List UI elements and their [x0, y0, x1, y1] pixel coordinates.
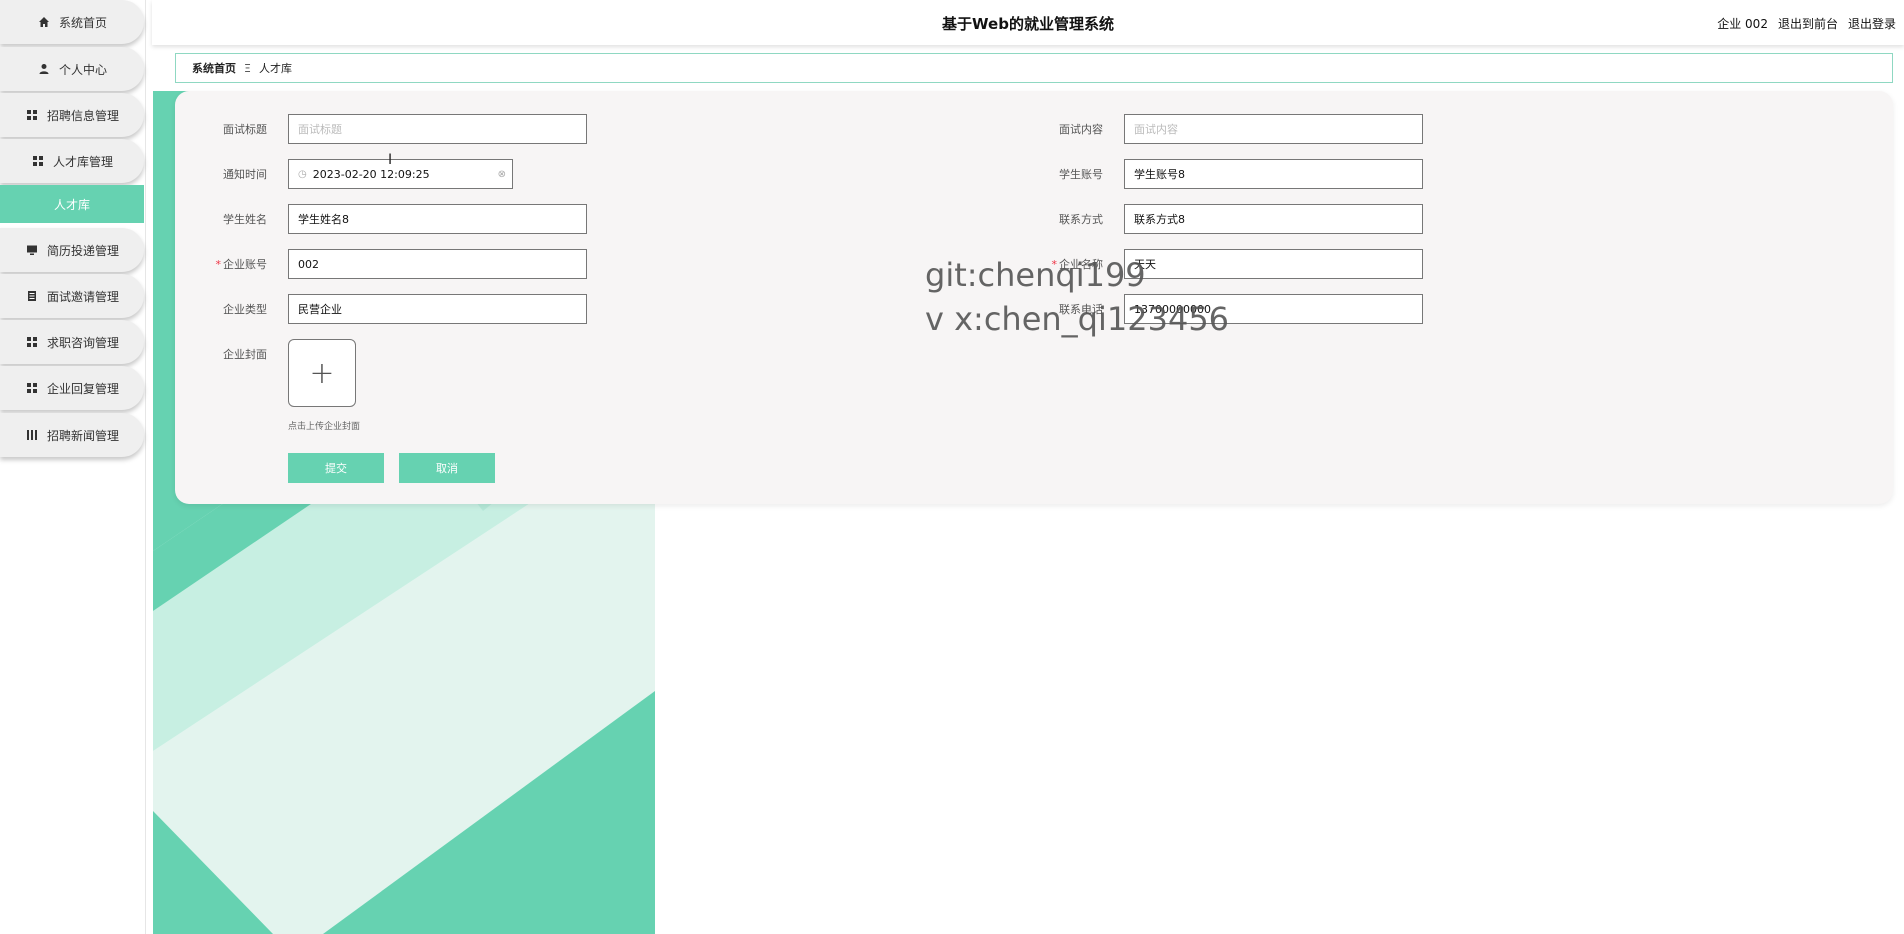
current-user: 企业 002 [1717, 17, 1768, 31]
exit-to-front-link[interactable]: 退出到前台 [1778, 15, 1838, 32]
grid-icon [25, 335, 39, 349]
cover-upload-tip: 点击上传企业封面 [288, 422, 361, 432]
interview-content-input[interactable]: 面试内容 [1124, 114, 1423, 144]
sidebar-item-label: 面试邀请管理 [46, 289, 119, 304]
company-account-label-text: 企业账号 [223, 258, 267, 271]
student-account-label: 学生账号 [1059, 168, 1103, 181]
sidebar-item-reply[interactable]: 企业回复管理 [0, 366, 144, 410]
sidebar-item-label: 招聘信息管理 [46, 108, 119, 123]
breadcrumb-separator: Ξ [244, 61, 251, 75]
notify-time-label: 通知时间 [223, 168, 267, 181]
sidebar-item-news[interactable]: 招聘新闻管理 [0, 413, 144, 457]
logout-link[interactable]: 退出登录 [1848, 15, 1896, 32]
student-name-input[interactable]: 学生姓名8 [288, 204, 587, 234]
cancel-button[interactable]: 取消 [399, 453, 495, 483]
submit-button[interactable]: 提交 [288, 453, 384, 483]
breadcrumb: 系统首页 Ξ 人才库 [175, 53, 1893, 83]
top-header: 基于Web的就业管理系统 企业 002 退出到前台 退出登录 [152, 0, 1904, 45]
company-account-value: 002 [298, 257, 319, 271]
required-mark: * [215, 258, 222, 271]
cover-label: 企业封面 [223, 348, 267, 361]
sidebar-item-profile[interactable]: 个人中心 [0, 47, 144, 91]
sidebar-item-label: 招聘新闻管理 [46, 428, 119, 443]
sidebar-item-resume[interactable]: 简历投递管理 [0, 228, 144, 272]
user-icon [37, 62, 51, 76]
cover-upload-button[interactable]: + [288, 339, 356, 407]
watermark-line-1: git:chenqi199 [925, 256, 1146, 294]
document-icon [25, 289, 39, 303]
student-account-value: 学生账号8 [1134, 168, 1185, 181]
breadcrumb-current: 人才库 [258, 62, 292, 75]
notify-time-value: 2023-02-20 12:09:25 [312, 167, 430, 181]
interview-content-label: 面试内容 [1059, 123, 1103, 136]
contact-label: 联系方式 [1059, 213, 1103, 226]
clear-icon[interactable]: ⊗ [498, 169, 506, 180]
sidebar-item-label: 简历投递管理 [46, 243, 119, 258]
monitor-icon [25, 243, 39, 257]
sidebar-item-talent[interactable]: 人才库管理 [0, 139, 144, 183]
home-icon [37, 15, 51, 29]
company-type-value: 民营企业 [298, 303, 342, 316]
sidebar-item-recruitment[interactable]: 招聘信息管理 [0, 93, 144, 137]
notify-time-picker[interactable]: ◷ 2023-02-20 12:09:25 ⊗ [288, 159, 513, 189]
sidebar: 系统首页 个人中心 招聘信息管理 人才库管理 人才库 简历投递管理 面试邀请管理… [0, 0, 146, 934]
sidebar-item-home[interactable]: 系统首页 [0, 0, 144, 44]
watermark-line-2: v x:chen_qi123456 [925, 300, 1230, 338]
bars-icon [25, 428, 39, 442]
grid-icon [31, 154, 45, 168]
sidebar-item-label: 求职咨询管理 [46, 335, 119, 350]
sidebar-subitem-label: 人才库 [53, 197, 90, 212]
sidebar-item-interview[interactable]: 面试邀请管理 [0, 274, 144, 318]
contact-value: 联系方式8 [1134, 213, 1185, 226]
sidebar-item-label: 企业回复管理 [46, 381, 119, 396]
grid-icon [25, 108, 39, 122]
sidebar-item-consult[interactable]: 求职咨询管理 [0, 320, 144, 364]
student-account-input[interactable]: 学生账号8 [1124, 159, 1423, 189]
company-type-input[interactable]: 民营企业 [288, 294, 587, 324]
text-cursor-icon: I [388, 152, 393, 168]
interview-title-placeholder: 面试标题 [298, 123, 342, 136]
header-actions: 企业 002 退出到前台 退出登录 [1717, 15, 1896, 32]
app-title: 基于Web的就业管理系统 [942, 15, 1114, 33]
sidebar-item-label: 系统首页 [58, 15, 107, 30]
plus-icon: + [309, 355, 335, 391]
breadcrumb-home[interactable]: 系统首页 [192, 60, 236, 76]
sidebar-item-label: 个人中心 [58, 62, 107, 77]
clock-icon: ◷ [298, 168, 307, 180]
app-root: 系统首页 个人中心 招聘信息管理 人才库管理 人才库 简历投递管理 面试邀请管理… [0, 0, 1904, 934]
student-name-label: 学生姓名 [223, 213, 267, 226]
interview-title-label: 面试标题 [223, 123, 267, 136]
talent-form-card: 面试标题 面试标题 面试内容 面试内容 通知时间 ◷ 2023-02-20 12… [175, 91, 1893, 504]
company-type-label: 企业类型 [223, 303, 267, 316]
interview-content-placeholder: 面试内容 [1134, 123, 1178, 136]
sidebar-item-label: 人才库管理 [52, 154, 113, 169]
company-account-label: * 企业账号 [187, 256, 268, 272]
grid-icon [25, 381, 39, 395]
sidebar-subitem-talent-pool[interactable]: 人才库 [0, 185, 144, 223]
interview-title-input[interactable]: 面试标题 [288, 114, 587, 144]
contact-input[interactable]: 联系方式8 [1124, 204, 1423, 234]
company-name-input[interactable]: 天天 [1124, 249, 1423, 279]
student-name-value: 学生姓名8 [298, 213, 349, 226]
company-account-input[interactable]: 002 [288, 249, 587, 279]
